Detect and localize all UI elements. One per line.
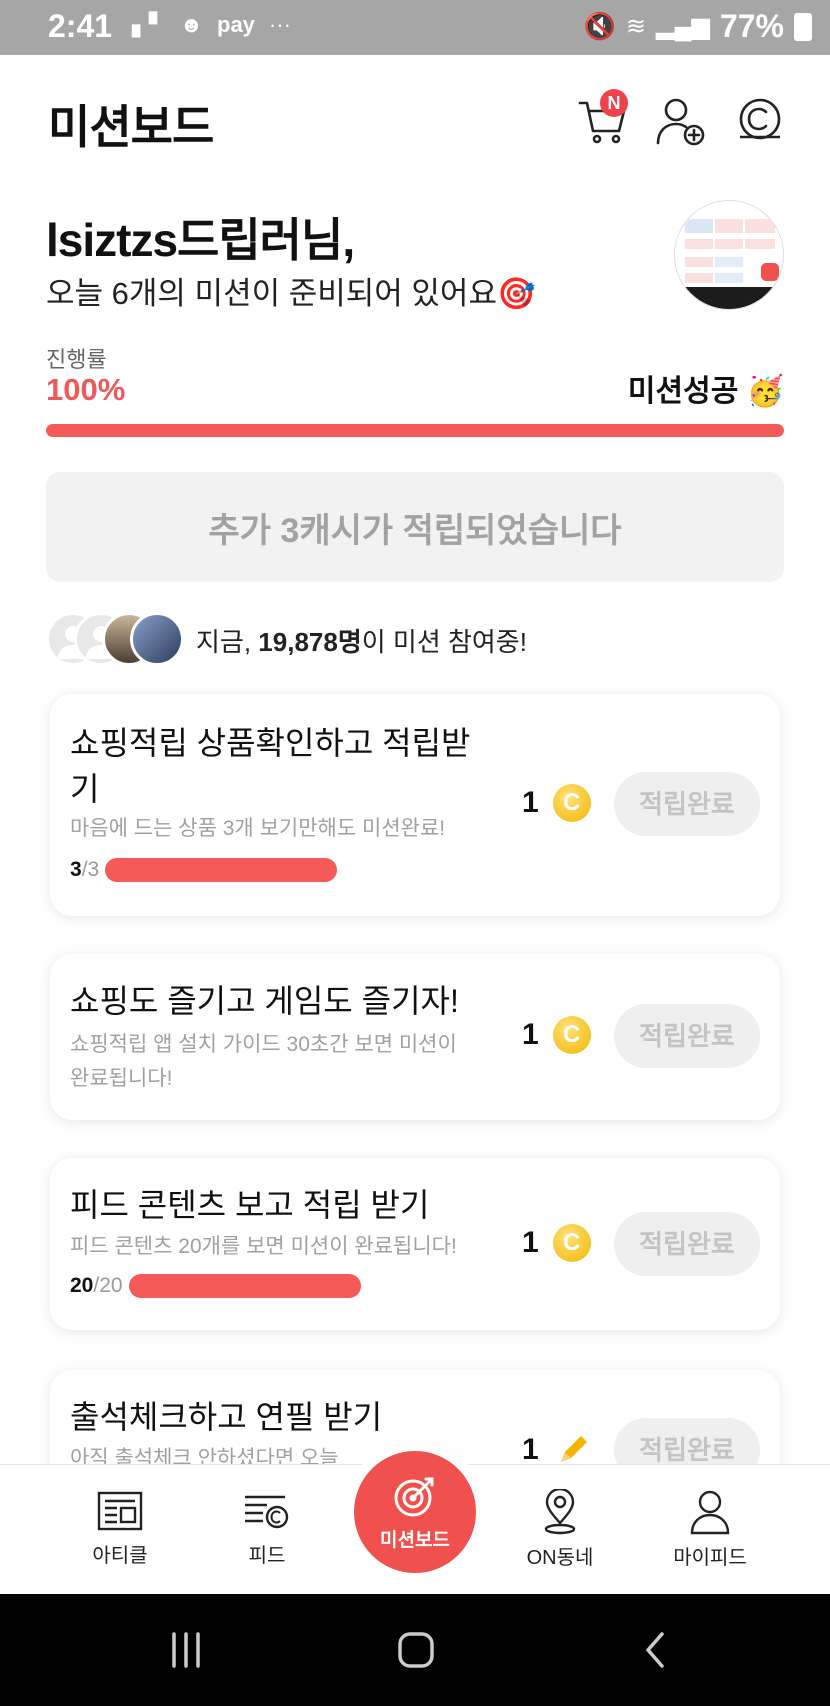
stock-widget-image xyxy=(675,201,783,309)
greeting-name: lsiztzs드립러님, xyxy=(46,214,355,266)
mission-progress-bar xyxy=(105,858,338,882)
mission-title: 쇼핑도 즐기고 게임도 즐기자! xyxy=(70,983,459,1019)
coin-icon: C xyxy=(552,1224,591,1262)
nav-on-dongne[interactable]: ON동네 xyxy=(500,1489,620,1570)
claim-button[interactable]: 적립완료 xyxy=(614,1004,760,1068)
app-header: 미션보드 N xyxy=(0,55,830,185)
cash-button[interactable] xyxy=(732,93,788,149)
claim-button[interactable]: 적립완료 xyxy=(614,772,760,836)
recent-apps-icon[interactable] xyxy=(166,1630,206,1670)
owl-icon: ☻ xyxy=(179,12,203,37)
participants-text: 지금, 19,878명이 미션 참여중! xyxy=(196,627,527,657)
progress-bar xyxy=(46,424,784,437)
mission-reward: 1 C xyxy=(522,1016,591,1054)
battery-percent: 77% xyxy=(719,8,784,44)
mission-card[interactable]: 쇼핑도 즐기고 게임도 즐기자! 쇼핑적립 앱 설치 가이드 30초간 보면 미… xyxy=(50,954,780,1120)
cart-badge: N xyxy=(600,89,628,117)
avatar xyxy=(130,612,184,666)
system-navigation-bar xyxy=(0,1594,830,1706)
coin-icon: C xyxy=(552,1016,591,1054)
progress-bar-fill xyxy=(46,424,784,437)
greeting-subtitle: 오늘 6개의 미션이 준비되어 있어요🎯 xyxy=(46,276,536,311)
cash-earned-text: 추가 3캐시가 적립되었습니다 xyxy=(208,511,622,550)
participant-avatars xyxy=(46,612,186,668)
progress-value: 100% xyxy=(46,372,126,407)
profile-icon xyxy=(690,1490,730,1535)
mission-reward: 1 C xyxy=(522,784,591,822)
nav-mypeed[interactable]: 마이피드 xyxy=(650,1489,770,1570)
progress-label: 진행률 xyxy=(46,347,107,372)
mission-card[interactable]: 쇼핑적립 상품확인하고 적립받기 마음에 드는 상품 3개 보기만해도 미션완료… xyxy=(50,694,780,916)
claim-button[interactable]: 적립완료 xyxy=(614,1212,760,1276)
mission-progress-bar xyxy=(128,1274,361,1298)
nav-missionboard[interactable]: 미션보드 xyxy=(354,1451,476,1573)
mission-title: 피드 콘텐츠 보고 적립 받기 xyxy=(70,1187,430,1223)
back-icon[interactable] xyxy=(636,1630,676,1670)
signal-icon: ▂▄▆ xyxy=(656,13,710,40)
feed-icon xyxy=(245,1495,289,1529)
add-user-icon xyxy=(656,98,705,146)
cash-coin-icon xyxy=(739,98,781,140)
mission-description: 쇼핑적립 앱 설치 가이드 30초간 보면 미션이 완료됩니다! xyxy=(70,1033,457,1090)
more-notifications-icon: ··· xyxy=(268,12,291,37)
nav-feed[interactable]: 피드 xyxy=(207,1489,327,1568)
mission-card[interactable]: 피드 콘텐츠 보고 적립 받기 피드 콘텐츠 20개를 보면 미션이 완료됩니다… xyxy=(50,1158,780,1330)
nav-article[interactable]: 아티클 xyxy=(60,1489,180,1568)
pay-label: pay xyxy=(217,12,255,37)
add-friend-button[interactable] xyxy=(652,93,708,149)
status-bar: 2:41 ▖▘ ☻ pay ··· 🔇 ≋ ▂▄▆ 77% xyxy=(0,0,830,55)
status-notification-icons: ▖▘ ☻ pay ··· xyxy=(132,12,291,38)
mission-title: 출석체크하고 연필 받기 xyxy=(70,1399,383,1435)
mission-progress: 20/20 xyxy=(70,1274,361,1298)
mission-description: 마음에 드는 상품 3개 보기만해도 미션완료! xyxy=(70,817,446,840)
mission-title: 쇼핑적립 상품확인하고 적립받기 xyxy=(70,725,471,807)
status-time: 2:41 xyxy=(48,8,113,44)
participants-count: 19,878명 xyxy=(258,627,362,657)
article-icon xyxy=(97,1491,143,1531)
status-right: 🔇 ≋ ▂▄▆ 77% xyxy=(584,8,812,45)
battery-icon xyxy=(794,12,812,41)
home-icon[interactable] xyxy=(396,1630,436,1670)
target-icon xyxy=(394,1477,434,1517)
mission-description: 피드 콘텐츠 20개를 보면 미션이 완료됩니다! xyxy=(70,1235,457,1258)
mission-reward: 1 C xyxy=(522,1224,591,1262)
cash-earned-notice: 추가 3캐시가 적립되었습니다 xyxy=(46,472,784,582)
coin-icon: C xyxy=(552,784,591,822)
notification-icon: ▖▘ xyxy=(132,12,166,37)
page-title: 미션보드 xyxy=(48,101,214,153)
mute-icon: 🔇 xyxy=(583,11,616,41)
mission-success-label: 미션성공 🥳 xyxy=(628,366,784,410)
wifi-icon: ≋ xyxy=(625,13,647,40)
location-pin-icon xyxy=(544,1489,576,1535)
mission-success-text: 미션성공 🥳 xyxy=(627,375,784,408)
mission-progress: 3/3 xyxy=(70,858,338,882)
market-widget-thumbnail[interactable] xyxy=(674,200,784,310)
